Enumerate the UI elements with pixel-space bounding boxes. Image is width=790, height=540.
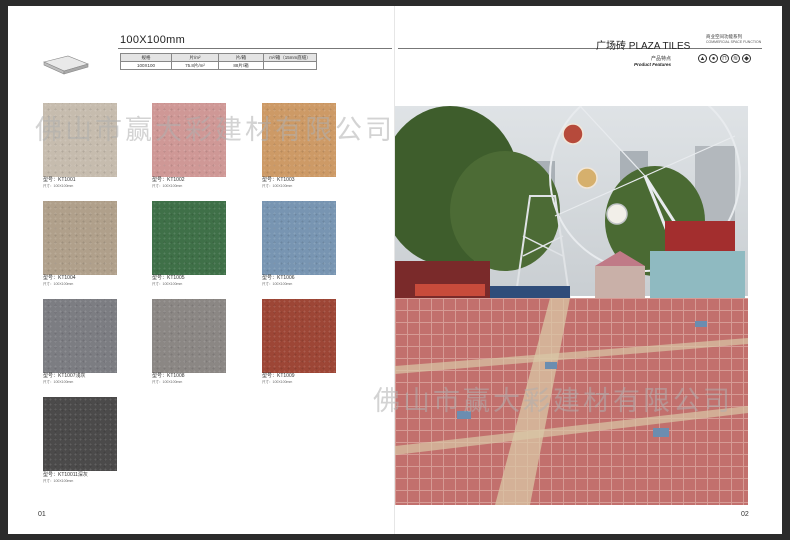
tile-code: 型号：KT1003 [262, 177, 295, 183]
tile-swatch-kt1007 [43, 299, 117, 373]
spec-header-cell: m²/箱（15mm底缝） [263, 53, 317, 62]
tile-size: 尺寸：100X100mm [152, 380, 183, 384]
header-rule-right [398, 48, 762, 49]
tile-size: 尺寸：100X100mm [152, 282, 183, 286]
features-label-en: Product Features [634, 62, 672, 67]
water-drop-icon: ● [709, 54, 718, 63]
tile-caption: 型号：KT1002 尺寸：100X100mm [152, 178, 185, 189]
spec-cell [263, 61, 317, 70]
recycle-icon: ≋ [731, 54, 740, 63]
header-rule-left [118, 48, 392, 49]
tile-code: 型号：KT10011深灰 [43, 472, 88, 478]
product-features-label: 产品特点 Product Features [634, 55, 671, 67]
spec-header-cell: 片/m² [171, 53, 219, 62]
tile-caption: 型号：KT1004 尺寸：100X100mm [43, 276, 76, 287]
tile-caption: 型号：KT1001 尺寸：100X100mm [43, 178, 76, 189]
tile-code: 型号：KT1006 [262, 275, 295, 281]
tile-caption: 型号：KT1009 尺寸：100X100mm [262, 374, 295, 385]
weather-icon: ◆ [742, 54, 751, 63]
tile-caption: 型号：KT1008 尺寸：100X100mm [152, 374, 185, 385]
tile-product-icon [43, 55, 89, 75]
spec-table: 规格 片/m² 片/箱 m²/箱（15mm底缝） 100X100 75.8片/m… [120, 53, 317, 70]
tile-caption: 型号：KT1006 尺寸：100X100mm [262, 276, 295, 287]
spec-header-cell: 片/箱 [218, 53, 264, 62]
tile-size: 尺寸：100X100mm [262, 184, 293, 188]
tile-caption: 型号：KT1003 尺寸：100X100mm [262, 178, 295, 189]
spec-table-header: 规格 片/m² 片/箱 m²/箱（15mm底缝） [120, 53, 317, 62]
spec-cell: 88片/箱 [218, 61, 264, 70]
tile-swatch-kt10011 [43, 397, 117, 471]
tile-code: 型号：KT1002 [152, 177, 185, 183]
catalog-brand-title: 广场砖 PLAZA TILES [596, 41, 691, 52]
tile-swatch-kt1005 [152, 201, 226, 275]
tile-size: 尺寸：100X100mm [43, 479, 74, 483]
tile-swatch-kt1004 [43, 201, 117, 275]
page-number-left: 01 [38, 511, 46, 518]
tile-swatch-kt1008 [152, 299, 226, 373]
tile-swatch-kt1006 [262, 201, 336, 275]
series-title-en: COMMERCIAL SPACE FUNCTION [706, 40, 762, 44]
tile-code: 型号：KT1008 [152, 373, 185, 379]
spec-table-row: 100X100 75.8片/m² 88片/箱 [120, 61, 317, 70]
tile-code: 型号：KT1004 [43, 275, 76, 281]
spec-cell: 75.8片/m² [171, 61, 219, 70]
tile-size: 尺寸：100X100mm [43, 184, 74, 188]
features-label-cn: 产品特点 [651, 56, 672, 62]
tile-code: 型号：KT1009 [262, 373, 295, 379]
watermark-right: 佛山市赢大彩建材有限公司 [373, 386, 733, 416]
tile-code: 型号：KT1001 [43, 177, 76, 183]
size-title: 100X100mm [120, 34, 186, 46]
tile-size: 尺寸：100X100mm [43, 282, 74, 286]
tile-size: 尺寸：100X100mm [43, 380, 74, 384]
tile-size: 尺寸：100X100mm [262, 282, 293, 286]
tile-size: 尺寸：100X100mm [152, 184, 183, 188]
feature-icons: ▲ ● ⊓ ≋ ◆ [698, 54, 751, 63]
tile-caption: 型号：KT1005 尺寸：100X100mm [152, 276, 185, 287]
tile-size: 尺寸：100X100mm [262, 380, 293, 384]
tile-caption: 型号：KT10011深灰 尺寸：100X100mm [43, 473, 88, 484]
spec-header-cell: 规格 [120, 53, 172, 62]
spec-cell: 100X100 [120, 61, 172, 70]
page-number-right: 02 [741, 511, 749, 518]
tile-caption: 型号：KT1007浅灰 尺寸：100X100mm [43, 374, 86, 385]
pressure-icon: ⊓ [720, 54, 729, 63]
tile-code: 型号：KT1005 [152, 275, 185, 281]
anti-slip-icon: ▲ [698, 54, 707, 63]
watermark-left: 佛山市赢大彩建材有限公司 [35, 115, 395, 145]
plaza-installation-photo [395, 106, 748, 505]
tile-code: 型号：KT1007浅灰 [43, 373, 86, 379]
catalog-spread: 100X100mm 规格 片/m² 片/箱 m²/箱（15mm底缝） 100X1… [8, 6, 782, 534]
tile-swatch-kt1009 [262, 299, 336, 373]
